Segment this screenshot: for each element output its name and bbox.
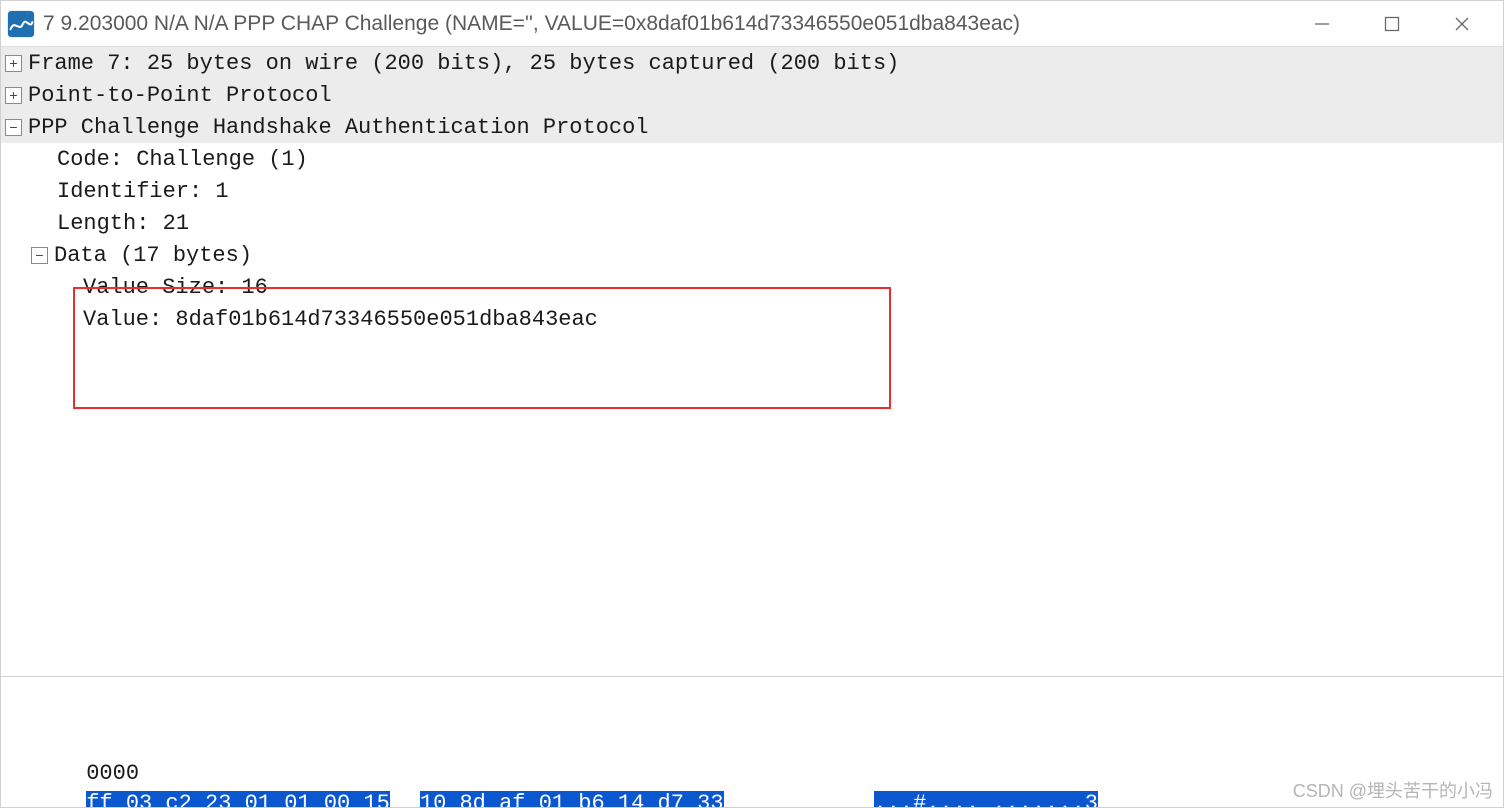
hex-ascii: ...#.... .......3 — [874, 791, 1098, 807]
tree-row-chap[interactable]: PPP Challenge Handshake Authentication P… — [1, 111, 1503, 143]
tree-label: Identifier: 1 — [57, 179, 229, 204]
hex-offset: 0000 — [86, 759, 166, 789]
wireshark-icon — [7, 10, 35, 38]
hex-row[interactable]: 0000 ff 03 c2 23 01 01 00 1510 8d af 01 … — [7, 729, 1497, 759]
minimize-button[interactable] — [1287, 1, 1357, 47]
maximize-button[interactable] — [1357, 1, 1427, 47]
tree-row-code[interactable]: Code: Challenge (1) — [1, 143, 1503, 175]
protocol-tree-pane[interactable]: Frame 7: 25 bytes on wire (200 bits), 25… — [1, 47, 1503, 677]
close-button[interactable] — [1427, 1, 1497, 47]
tree-label: Point-to-Point Protocol — [28, 83, 332, 108]
collapse-icon[interactable] — [5, 119, 22, 136]
tree-row-value[interactable]: Value: 8daf01b614d73346550e051dba843eac — [1, 303, 1503, 335]
collapse-icon[interactable] — [31, 247, 48, 264]
expand-icon[interactable] — [5, 55, 22, 72]
window-title: 7 9.203000 N/A N/A PPP CHAP Challenge (N… — [43, 12, 1287, 36]
titlebar[interactable]: 7 9.203000 N/A N/A PPP CHAP Challenge (N… — [1, 1, 1503, 47]
tree-label: Data (17 bytes) — [54, 243, 252, 268]
tree-row-identifier[interactable]: Identifier: 1 — [1, 175, 1503, 207]
tree-label: Value: 8daf01b614d73346550e051dba843eac — [83, 307, 598, 332]
tree-label: PPP Challenge Handshake Authentication P… — [28, 115, 649, 140]
tree-label: Code: Challenge (1) — [57, 147, 308, 172]
tree-row-data[interactable]: Data (17 bytes) — [1, 239, 1503, 271]
hex-dump-pane[interactable]: 0000 ff 03 c2 23 01 01 00 15 10 8d af 01 … — [1, 677, 1503, 807]
tree-label: Frame 7: 25 bytes on wire (200 bits), 25… — [28, 51, 899, 76]
tree-row-length[interactable]: Length: 21 — [1, 207, 1503, 239]
hex-bytes: 10 8d af 01 b6 14 d7 33 — [420, 791, 724, 807]
tree-label: Length: 21 — [57, 211, 189, 236]
packet-detail-window: 7 9.203000 N/A N/A PPP CHAP Challenge (N… — [0, 0, 1504, 808]
tree-row-value-size[interactable]: Value Size: 16 — [1, 271, 1503, 303]
tree-row-ppp[interactable]: Point-to-Point Protocol — [1, 79, 1503, 111]
tree-label: Value Size: 16 — [83, 275, 268, 300]
hex-bytes: ff 03 c2 23 01 01 00 15 — [86, 791, 390, 807]
expand-icon[interactable] — [5, 87, 22, 104]
window-control-buttons — [1287, 1, 1497, 47]
tree-row-frame[interactable]: Frame 7: 25 bytes on wire (200 bits), 25… — [1, 47, 1503, 79]
